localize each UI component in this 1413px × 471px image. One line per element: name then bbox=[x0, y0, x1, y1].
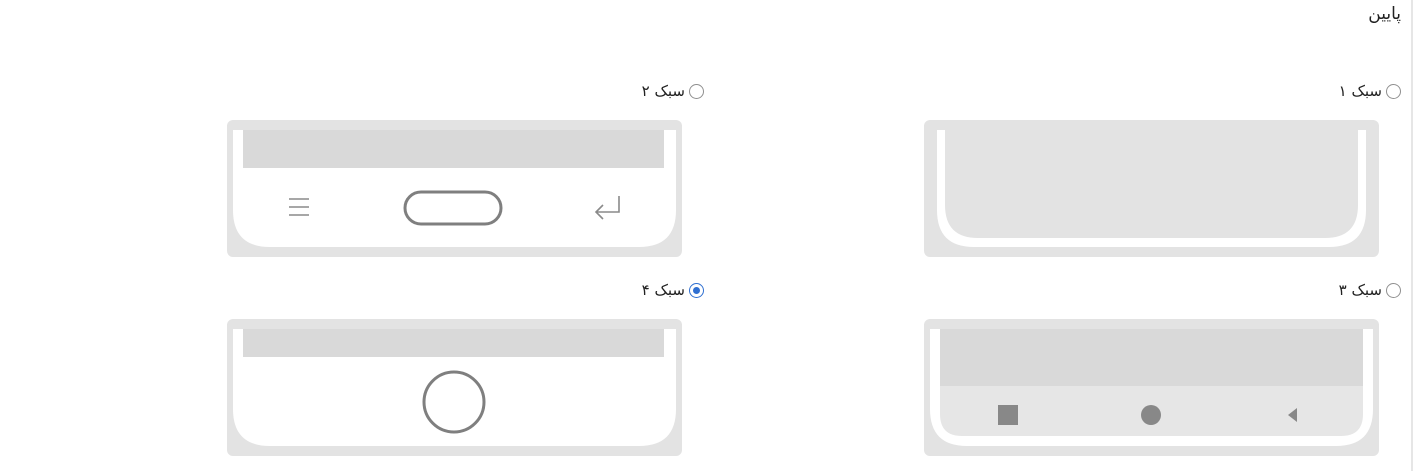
style-3-radio[interactable] bbox=[1386, 282, 1401, 298]
style-1-radio[interactable] bbox=[1386, 83, 1401, 99]
style-3-preview[interactable] bbox=[924, 319, 1379, 456]
recent-apps-icon bbox=[998, 405, 1018, 425]
style-3-option[interactable]: سبک ۳ bbox=[1339, 281, 1401, 299]
style-1-option[interactable]: سبک ۱ bbox=[1339, 82, 1401, 100]
style-1-preview[interactable] bbox=[924, 120, 1379, 257]
style-2-label: سبک ۲ bbox=[641, 82, 685, 100]
style-3-label: سبک ۳ bbox=[1338, 281, 1382, 299]
style-2-preview[interactable] bbox=[227, 120, 682, 257]
style-1-label: سبک ۱ bbox=[1338, 82, 1382, 100]
home-icon bbox=[1141, 405, 1161, 425]
style-4-preview[interactable] bbox=[227, 319, 682, 456]
style-4-label: سبک ۴ bbox=[641, 281, 685, 299]
style-2-radio[interactable] bbox=[689, 83, 704, 99]
style-4-radio[interactable] bbox=[689, 282, 704, 298]
section-title: پایین bbox=[1368, 4, 1401, 24]
style-2-option[interactable]: سبک ۲ bbox=[642, 82, 704, 100]
style-4-option[interactable]: سبک ۴ bbox=[642, 281, 704, 299]
